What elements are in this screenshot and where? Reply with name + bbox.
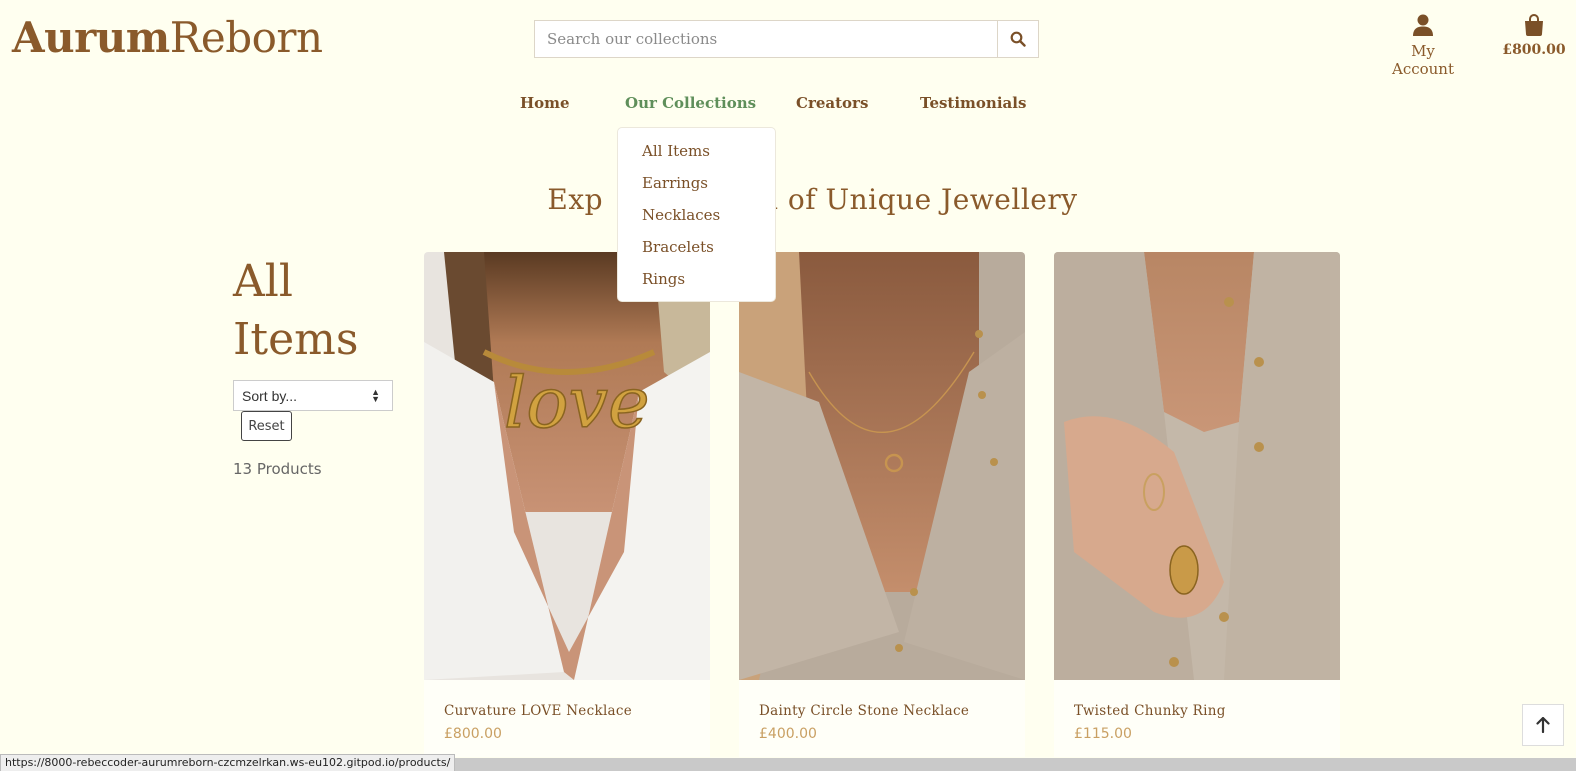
user-icon (1413, 14, 1433, 36)
dropdown-item-necklaces[interactable]: Necklaces (618, 204, 775, 236)
logo-part-aurum: Aurum (12, 13, 170, 62)
shopping-bag-icon (1525, 14, 1543, 36)
search-bar (534, 20, 1039, 58)
product-price: £115.00 (1074, 726, 1132, 742)
product-name[interactable]: Dainty Circle Stone Necklace (759, 703, 969, 719)
reset-button[interactable]: Reset (241, 411, 292, 441)
tagline-end: d of Unique Jewellery (760, 183, 1078, 216)
search-icon (1010, 31, 1026, 47)
sort-selected-value: Sort by... (242, 387, 297, 404)
my-account-link[interactable]: My Account (1378, 14, 1468, 78)
bag-total: £800.00 (1502, 42, 1566, 58)
horizontal-scrollbar[interactable] (440, 758, 1576, 771)
product-price: £400.00 (759, 726, 817, 742)
product-name[interactable]: Curvature LOVE Necklace (444, 703, 632, 719)
logo-part-reborn: Reborn (169, 13, 323, 62)
my-account-label: My Account (1391, 42, 1454, 78)
product-count: 13 Products (233, 460, 322, 478)
arrow-up-icon (1536, 717, 1550, 733)
product-card[interactable]: Dainty Circle Stone Necklace £400.00 (739, 252, 1025, 757)
product-card[interactable]: Twisted Chunky Ring £115.00 (1054, 252, 1340, 757)
site-logo[interactable]: AurumReborn (12, 12, 323, 64)
page-tagline: Exp d of Unique Jewellery (0, 183, 1576, 216)
main-nav: Home Our Collections Creators Testimonia… (0, 94, 1576, 116)
dropdown-item-rings[interactable]: Rings (618, 268, 775, 300)
select-arrows-icon: ▲ ▼ (371, 387, 380, 404)
search-input[interactable] (535, 21, 997, 57)
nav-creators[interactable]: Creators (796, 94, 868, 112)
product-name[interactable]: Twisted Chunky Ring (1074, 703, 1226, 719)
nav-our-collections[interactable]: Our Collections (625, 94, 756, 112)
product-image[interactable] (1054, 252, 1340, 680)
page-title-line2: Items (233, 314, 359, 365)
dropdown-item-bracelets[interactable]: Bracelets (618, 236, 775, 268)
collections-dropdown: All Items Earrings Necklaces Bracelets R… (617, 127, 776, 302)
sort-select[interactable]: Sort by... ▲ ▼ (233, 380, 393, 411)
product-card[interactable]: love Curvature LOVE Necklace £800.00 (424, 252, 710, 757)
product-image[interactable] (739, 252, 1025, 680)
nav-home[interactable]: Home (520, 94, 570, 112)
tagline-start: Exp (547, 183, 604, 216)
dropdown-item-all-items[interactable]: All Items (618, 140, 775, 172)
back-to-top-button[interactable] (1522, 704, 1564, 746)
product-price: £800.00 (444, 726, 502, 742)
dropdown-item-earrings[interactable]: Earrings (618, 172, 775, 204)
svg-text:love: love (504, 362, 650, 444)
product-image[interactable]: love (424, 252, 710, 680)
page-title-line1: All (233, 256, 293, 307)
browser-status-url: https://8000-rebeccoder-aurumreborn-czcm… (0, 754, 456, 771)
search-button[interactable] (997, 21, 1038, 57)
nav-testimonials[interactable]: Testimonials (920, 94, 1026, 112)
shopping-bag-link[interactable]: £800.00 (1500, 14, 1568, 58)
page-title: All Items (233, 253, 393, 369)
